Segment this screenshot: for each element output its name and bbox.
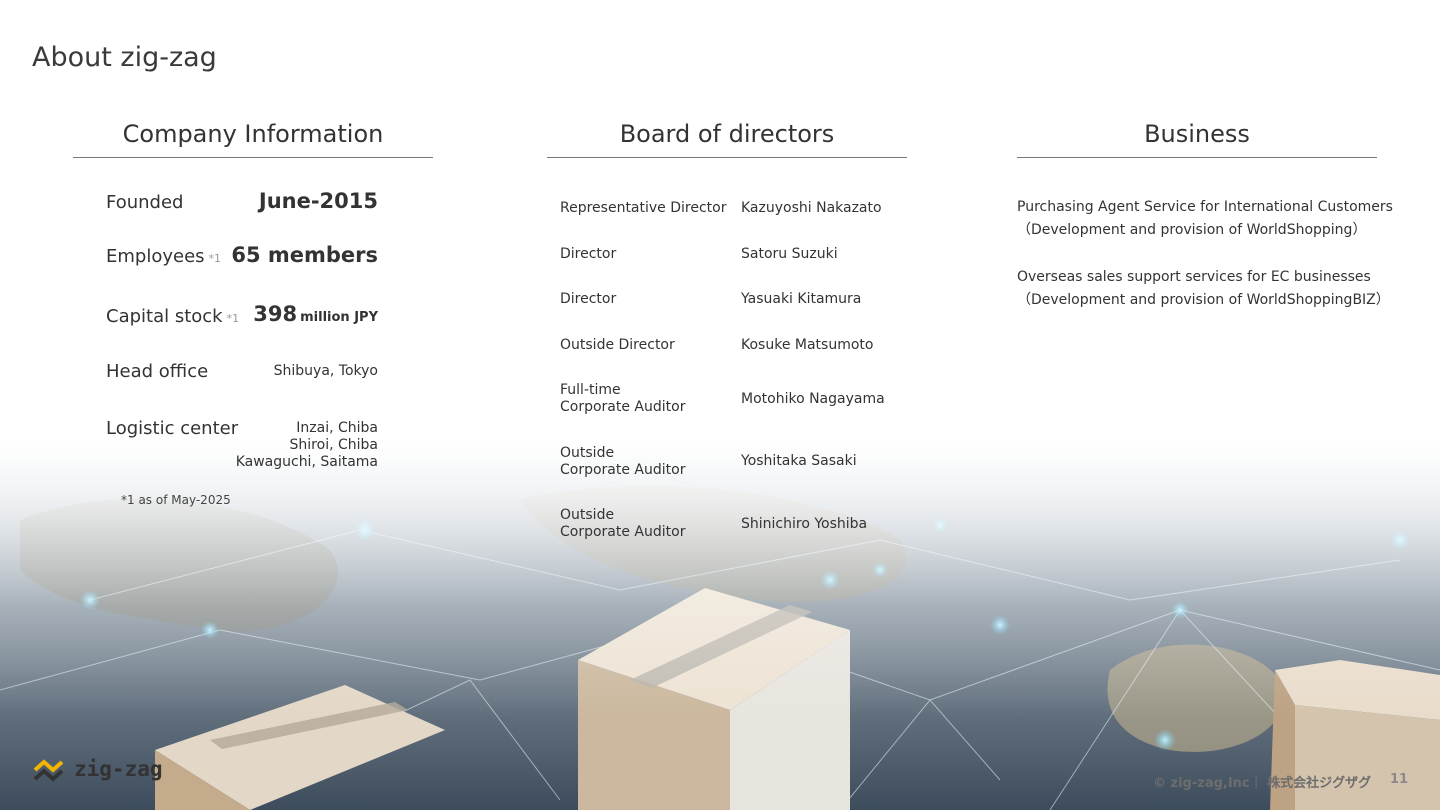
founded-value: June-2015: [258, 189, 378, 213]
founded-label: Founded: [106, 192, 184, 213]
capital-stock-value: 398 million JPY: [253, 302, 378, 326]
board-role: Outside Corporate Auditor: [560, 445, 686, 478]
board-role: Outside Corporate Auditor: [560, 507, 686, 540]
capital-stock-label: Capital stock *1: [106, 306, 240, 327]
logistic-center-value: Inzai, Chiba Shiroi, Chiba Kawaguchi, Sa…: [235, 420, 378, 470]
logistic-center-label: Logistic center: [106, 418, 239, 439]
footnote-marker: *1: [208, 252, 222, 265]
business-item: Purchasing Agent Service for Internation…: [1017, 199, 1393, 238]
business-item: Overseas sales support services for EC b…: [1017, 269, 1390, 308]
head-office-value: Shibuya, Tokyo: [273, 363, 378, 379]
footnote-marker: *1: [226, 312, 240, 325]
board-member-name: Yoshitaka Sasaki: [741, 453, 857, 469]
board-role: Outside Director: [560, 337, 675, 353]
capital-stock-unit: million JPY: [300, 310, 378, 325]
business-heading: Business: [1017, 120, 1377, 158]
board-heading: Board of directors: [547, 120, 907, 158]
board-role: Director: [560, 246, 617, 262]
footnote: *1 as of May-2025: [121, 493, 231, 507]
board-role: Representative Director: [560, 200, 727, 216]
copyright: © zig-zag,Inc｜ 株式会社ジグザグ: [1153, 776, 1372, 791]
board-role: Full-time Corporate Auditor: [560, 382, 686, 415]
board-member-name: Yasuaki Kitamura: [741, 291, 862, 307]
logo-text: zig-zag: [74, 757, 163, 781]
board-member-name: Satoru Suzuki: [741, 246, 838, 262]
employees-value: 65 members: [231, 243, 378, 267]
board-member-name: Motohiko Nagayama: [741, 391, 885, 407]
zig-zag-logo: zig-zag: [32, 752, 163, 786]
zig-zag-logo-icon: [33, 759, 64, 782]
company-info-heading: Company Information: [73, 120, 433, 158]
employees-label: Employees *1: [106, 246, 222, 267]
board-member-name: Kazuyoshi Nakazato: [741, 200, 882, 216]
board-member-name: Kosuke Matsumoto: [741, 337, 874, 353]
board-member-name: Shinichiro Yoshiba: [741, 516, 868, 532]
board-role: Director: [560, 291, 617, 307]
page-title: About zig-zag: [32, 42, 217, 73]
head-office-label: Head office: [106, 361, 209, 382]
page-number: 11: [1390, 772, 1409, 787]
